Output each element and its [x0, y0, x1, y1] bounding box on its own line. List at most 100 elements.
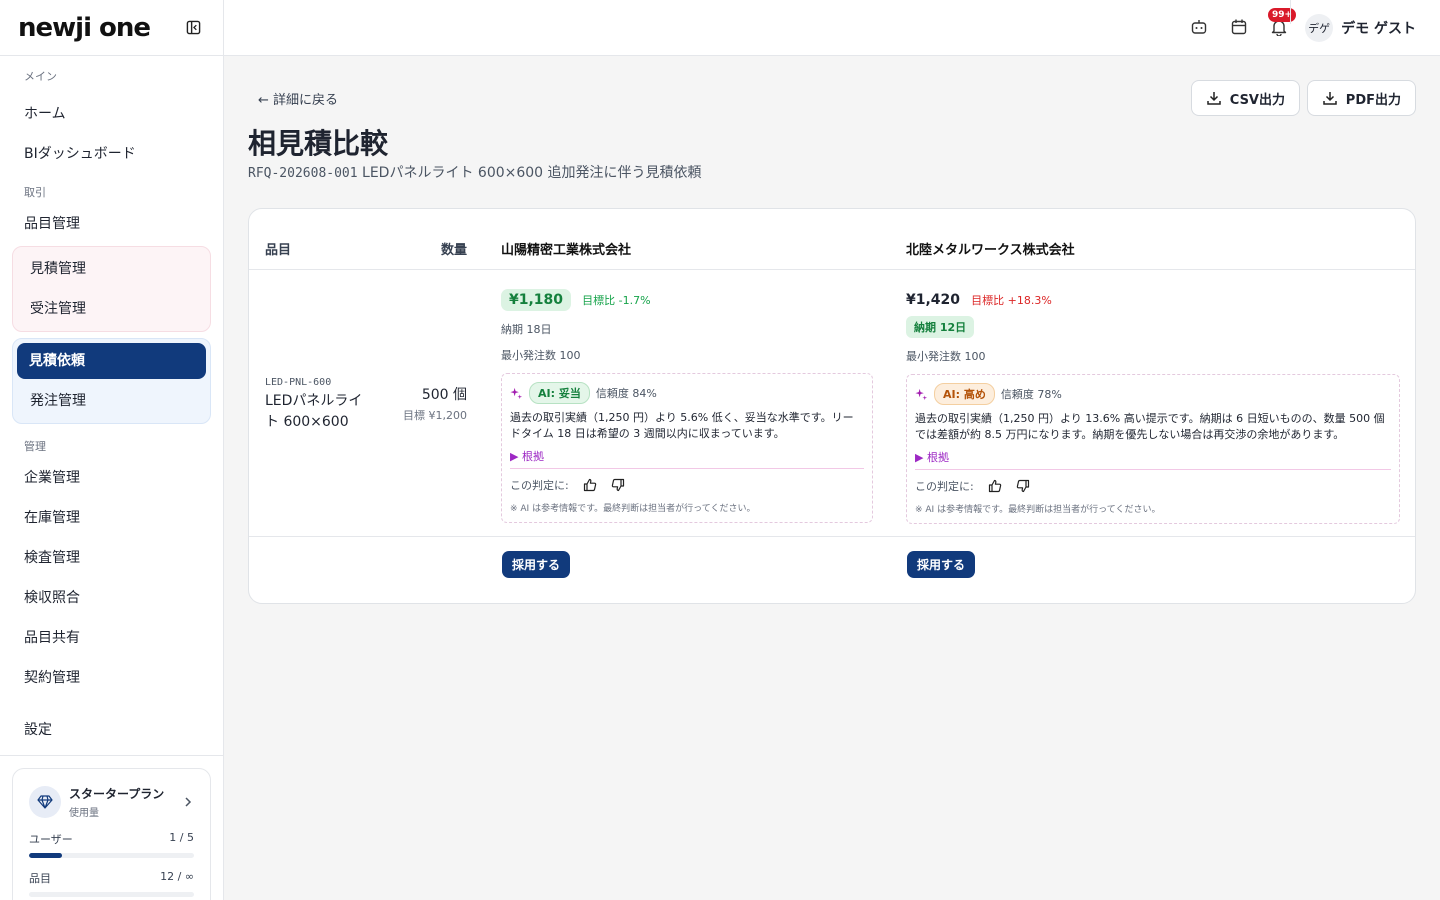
sidebar-item-rfq[interactable]: 見積依頼 [17, 343, 206, 379]
usage-users: ユーザー 1 / 5 [29, 831, 194, 847]
comparison-table: 品目 数量 山陽精密工業株式会社 北陸メタルワークス株式会社 LED-PNL-6… [248, 208, 1416, 604]
csv-export-button[interactable]: CSV出力 [1190, 80, 1300, 116]
supplier-2-moq: 最小発注数 100 [906, 350, 986, 363]
page-subtitle: RFQ-202608-001 LEDパネルライト 600×600 追加発注に伴う… [248, 162, 702, 182]
row-divider [249, 536, 1415, 537]
supplier-1-ai-head: AI: 妥当 信頼度 84% [510, 382, 864, 404]
supplier-1-confidence: 信頼度 84% [595, 387, 657, 400]
sidebar: newji one メイン ホーム BIダッシュボード 取引 品目管理 見積管理… [0, 0, 224, 900]
download-icon [1207, 92, 1221, 105]
usage-items-label: 品目 [29, 872, 51, 885]
supplier-1-price-row: ¥1,180 目標比 -1.7% [501, 289, 873, 311]
supplier-1-moq: 最小発注数 100 [501, 349, 581, 362]
supplier-2-feedback: この判定に: [915, 478, 1391, 494]
user-menu[interactable]: デゲ デモ ゲスト [1305, 14, 1416, 42]
sales-group: 見積管理 受注管理 [12, 246, 211, 332]
thumbs-up-icon[interactable] [988, 479, 1002, 493]
sidebar-item-items[interactable]: 品目管理 [0, 204, 223, 244]
topbar-divider [1290, 0, 1291, 24]
supplier-2-basis-toggle[interactable]: ▶ 根拠 [915, 449, 1391, 470]
supplier-2-ai-note: ※ AI は参考情報です。最終判断は担当者が行ってください。 [915, 505, 1161, 515]
collapse-sidebar-icon[interactable] [185, 20, 201, 36]
plan-subtitle: 使用量 [69, 808, 99, 819]
plan-head: スタータープラン 使用量 [29, 785, 194, 819]
quantity: 500 個 [421, 387, 467, 403]
pdf-export-button[interactable]: PDF出力 [1306, 80, 1416, 116]
sparkle-icon [915, 388, 928, 400]
supplier-1-diff: 目標比 -1.7% [582, 294, 651, 307]
bell-icon[interactable]: 99+ [1268, 8, 1297, 38]
supplier-2-ai-head: AI: 高め 信頼度 78% [915, 383, 1391, 405]
supplier-2-ai-badge: AI: 高め [934, 383, 995, 405]
user-name: デモ ゲスト [1341, 21, 1416, 37]
logo: newji one [18, 12, 151, 43]
logo-row: newji one [0, 0, 223, 56]
sparkle-icon [510, 387, 523, 399]
download-icon [1323, 92, 1337, 105]
header-supplier-1: 山陽精密工業株式会社 [501, 243, 632, 258]
back-link[interactable]: ← 詳細に戻る [258, 89, 338, 108]
sidebar-item-inventory[interactable]: 在庫管理 [0, 498, 223, 538]
supplier-2-ai-text: 過去の取引実績（1,250 円）より 13.6% 高い提示です。納期は 6 日短… [915, 412, 1385, 441]
adopt-supplier-1-button[interactable]: 採用する [502, 551, 571, 578]
sidebar-item-purchase-orders[interactable]: 発注管理 [13, 381, 210, 421]
usage-users-value: 1 / 5 [169, 831, 194, 844]
plan-title: スタータープラン [69, 787, 165, 801]
supplier-2-lead-time: 納期 12日 [906, 316, 975, 338]
sidebar-item-companies[interactable]: 企業管理 [0, 458, 223, 498]
header-qty: 数量 [440, 243, 467, 258]
pdf-export-label: PDF出力 [1345, 92, 1401, 108]
sidebar-item-orders-received[interactable]: 受注管理 [13, 289, 210, 329]
usage-items: 品目 12 / ∞ [29, 870, 194, 886]
sidebar-item-inspection[interactable]: 検査管理 [0, 538, 223, 578]
header-item: 品目 [265, 243, 292, 258]
thumbs-up-icon[interactable] [583, 478, 597, 492]
main-content: ← 詳細に戻る CSV出力 PDF出力 相見積比較 RFQ-202608-001… [224, 56, 1440, 900]
item-name: LEDパネルライト 600×600 [265, 393, 363, 430]
purchase-group: 見積依頼 発注管理 [12, 338, 211, 424]
item-code: LED-PNL-600 [265, 377, 332, 388]
csv-export-label: CSV出力 [1229, 92, 1285, 108]
supplier-1-ai-badge: AI: 妥当 [529, 382, 590, 404]
header-divider [249, 269, 1415, 270]
sidebar-item-receiving[interactable]: 検収照合 [0, 578, 223, 618]
section-label-main: メイン [24, 70, 57, 83]
robot-icon[interactable] [1188, 16, 1210, 38]
sidebar-item-quotes[interactable]: 見積管理 [13, 249, 210, 289]
thumbs-down-icon[interactable] [1016, 479, 1030, 493]
thumbs-down-icon[interactable] [611, 478, 625, 492]
topbar-icons: 99+ [1188, 8, 1297, 38]
sidebar-item-settings[interactable]: 設定 [0, 710, 223, 750]
chevron-right-icon[interactable] [182, 793, 194, 812]
usage-items-bar [29, 892, 194, 897]
supplier-1-feedback-label: この判定に: [510, 479, 569, 492]
supplier-2-feedback-label: この判定に: [915, 480, 974, 493]
target-price: 目標 ¥1,200 [403, 409, 467, 422]
supplier-2-price: ¥1,420 [906, 292, 961, 308]
diamond-icon [29, 786, 61, 818]
supplier-2-price-row: ¥1,420 目標比 +18.3% [906, 289, 1400, 308]
topbar: 99+ デゲ デモ ゲスト [224, 0, 1440, 56]
sidebar-item-contracts[interactable]: 契約管理 [0, 658, 223, 698]
supplier-1-basis-toggle[interactable]: ▶ 根拠 [510, 448, 864, 469]
supplier-2-ai-assessment: AI: 高め 信頼度 78% 過去の取引実績（1,250 円）より 13.6% … [906, 374, 1400, 524]
sidebar-item-item-share[interactable]: 品目共有 [0, 618, 223, 658]
sidebar-item-bi-dashboard[interactable]: BIダッシュボード [0, 134, 223, 174]
usage-users-fill [29, 853, 62, 858]
rfq-code: RFQ-202608-001 [248, 166, 358, 181]
calendar-icon[interactable] [1228, 16, 1250, 38]
notification-badge: 99+ [1268, 8, 1297, 22]
page-title: 相見積比較 [248, 127, 389, 160]
adopt-supplier-2-button[interactable]: 採用する [907, 551, 976, 578]
rfq-description: LEDパネルライト 600×600 追加発注に伴う見積依頼 [362, 165, 702, 181]
supplier-1-quote: ¥1,180 目標比 -1.7% 納期 18日 最小発注数 100 AI: 妥当… [501, 289, 873, 523]
supplier-1-feedback: この判定に: [510, 477, 864, 493]
avatar: デゲ [1305, 14, 1334, 42]
sidebar-divider [0, 755, 223, 756]
plan-text: スタータープラン 使用量 [69, 785, 164, 819]
plan-card[interactable]: スタータープラン 使用量 ユーザー 1 / 5 品目 12 / ∞ [12, 768, 211, 900]
sidebar-item-home[interactable]: ホーム [0, 94, 223, 134]
supplier-1-price: ¥1,180 [501, 289, 572, 311]
supplier-1-ai-assessment: AI: 妥当 信頼度 84% 過去の取引実績（1,250 円）より 5.6% 低… [501, 373, 873, 523]
section-label-admin: 管理 [24, 440, 46, 453]
